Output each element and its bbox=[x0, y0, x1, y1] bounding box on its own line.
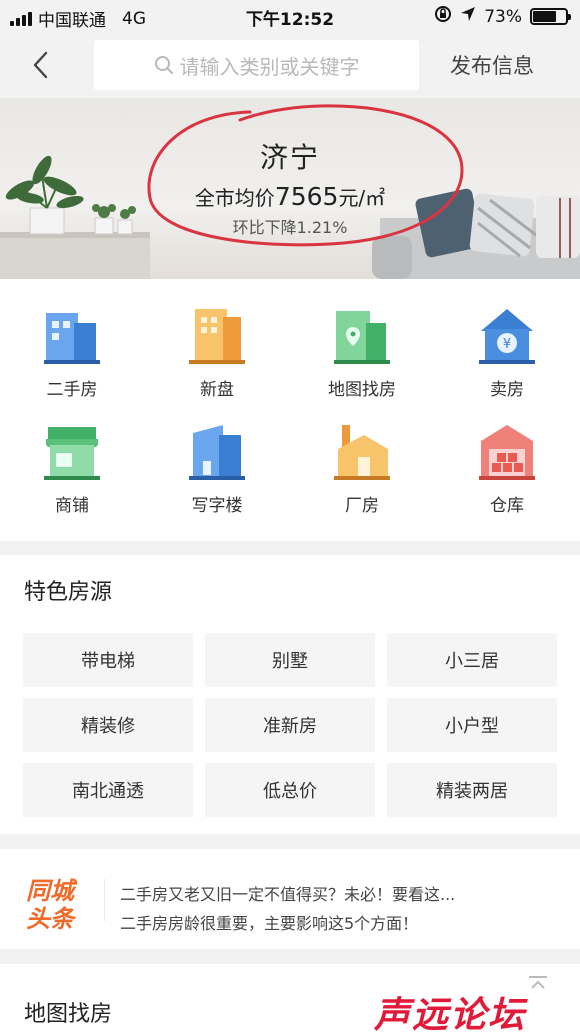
tag-villa[interactable]: 别墅 bbox=[205, 633, 375, 687]
building-icon bbox=[44, 313, 100, 364]
battery-icon bbox=[530, 8, 571, 25]
tag-small-unit[interactable]: 小户型 bbox=[387, 698, 557, 752]
featured-title: 特色房源 bbox=[24, 580, 113, 605]
tag-decorated[interactable]: 精装修 bbox=[23, 698, 193, 752]
chevron-left-icon bbox=[33, 51, 48, 79]
battery-percent: 73% bbox=[484, 6, 522, 27]
section-divider bbox=[0, 834, 580, 849]
category-label: 新盘 bbox=[200, 380, 234, 400]
category-office[interactable]: 写字楼 bbox=[162, 423, 272, 516]
warehouse-icon bbox=[479, 425, 535, 480]
back-button[interactable] bbox=[24, 48, 56, 82]
average-price-unit: 元/㎡ bbox=[338, 186, 386, 210]
map-search-title: 地图找房 bbox=[24, 1002, 113, 1027]
battery-fill bbox=[533, 11, 557, 22]
map-building-icon bbox=[334, 311, 390, 364]
publish-button[interactable]: 发布信息 bbox=[450, 50, 534, 80]
average-price-label: 全市均价 bbox=[194, 186, 275, 210]
tag-three-bedroom[interactable]: 小三居 bbox=[387, 633, 557, 687]
category-label: 厂房 bbox=[345, 496, 379, 516]
factory-icon bbox=[334, 425, 390, 480]
tongcheng-headline-logo: 同城 头条 bbox=[26, 877, 78, 931]
category-label: 写字楼 bbox=[191, 496, 243, 516]
category-label: 商铺 bbox=[55, 496, 89, 516]
search-placeholder: 请输入类别或关键字 bbox=[179, 54, 360, 79]
tag-north-south[interactable]: 南北通透 bbox=[23, 763, 193, 817]
news-section: 同城 头条 二手房又老又旧一定不值得买？未必！要看这... 二手房房龄很重要，主… bbox=[0, 849, 580, 949]
category-shop[interactable]: 商铺 bbox=[17, 423, 127, 516]
logo-line-2: 头条 bbox=[26, 905, 77, 931]
category-grid: 二手房 新盘 地图找房 ¥ 卖房 商铺 写字楼 厂房 仓库 bbox=[0, 279, 580, 541]
category-map-search[interactable]: 地图找房 bbox=[307, 307, 417, 400]
price-change: 环比下降1.21% bbox=[232, 218, 348, 237]
news-headline[interactable]: 二手房又老又旧一定不值得买？未必！要看这... bbox=[120, 881, 455, 905]
news-headline[interactable]: 二手房房龄很重要，主要影响这5个方面！ bbox=[120, 910, 418, 934]
search-input[interactable]: 请输入类别或关键字 bbox=[94, 40, 419, 90]
sell-house-icon: ¥ bbox=[479, 309, 535, 364]
rotation-lock-icon bbox=[434, 5, 452, 28]
category-sell-house[interactable]: ¥ 卖房 bbox=[452, 307, 562, 400]
location-icon bbox=[460, 6, 476, 27]
shop-icon bbox=[44, 427, 100, 480]
tag-near-new[interactable]: 准新房 bbox=[205, 698, 375, 752]
tag-elevator[interactable]: 带电梯 bbox=[23, 633, 193, 687]
scroll-top-icon[interactable] bbox=[526, 974, 550, 996]
section-divider bbox=[0, 949, 580, 964]
category-label: 地图找房 bbox=[328, 380, 396, 400]
average-price-value: 7565 bbox=[274, 182, 339, 211]
section-divider bbox=[0, 541, 580, 555]
category-factory[interactable]: 厂房 bbox=[307, 423, 417, 516]
price-banner[interactable]: 济宁 全市均价7565元/㎡ 环比下降1.21% bbox=[0, 98, 580, 279]
city-name: 济宁 bbox=[259, 141, 320, 174]
search-icon bbox=[154, 56, 173, 74]
category-new-project[interactable]: 新盘 bbox=[162, 307, 272, 400]
status-bar: 中国联通 4G 下午12:52 73% bbox=[0, 0, 580, 32]
tag-low-price[interactable]: 低总价 bbox=[205, 763, 375, 817]
tag-decorated-two-bedroom[interactable]: 精装两居 bbox=[387, 763, 557, 817]
category-warehouse[interactable]: 仓库 bbox=[452, 423, 562, 516]
svg-text:¥: ¥ bbox=[503, 337, 511, 352]
category-label: 二手房 bbox=[46, 380, 98, 400]
category-label: 仓库 bbox=[490, 496, 524, 516]
category-second-hand[interactable]: 二手房 bbox=[17, 307, 127, 400]
new-building-icon bbox=[189, 309, 245, 364]
status-right: 73% bbox=[434, 5, 571, 28]
nav-bar: 请输入类别或关键字 发布信息 bbox=[0, 32, 580, 98]
category-label: 卖房 bbox=[490, 380, 524, 400]
average-price: 全市均价7565元/㎡ bbox=[0, 182, 580, 211]
office-icon bbox=[189, 425, 245, 480]
logo-line-1: 同城 bbox=[26, 877, 78, 905]
news-separator bbox=[104, 879, 105, 921]
forum-watermark: 声远论坛 bbox=[374, 995, 527, 1032]
